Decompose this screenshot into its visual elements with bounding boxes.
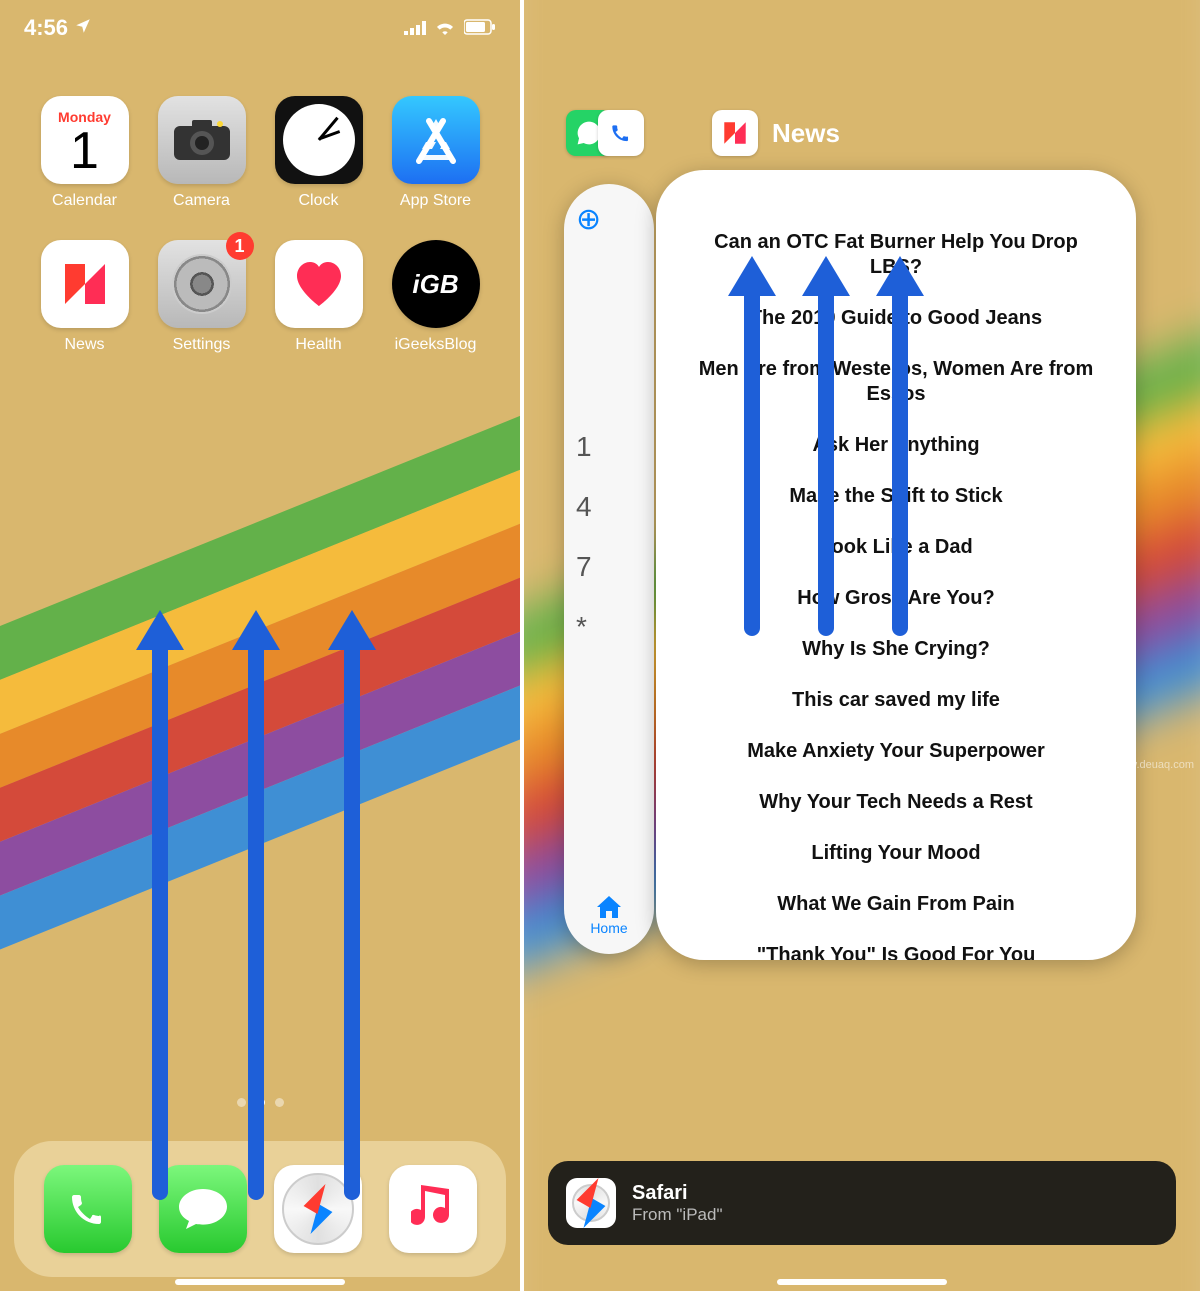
card-stack: ⊕ 1 4 7 * Home Can an OTC Fat Burner Hel… xyxy=(564,170,1200,1171)
health-icon xyxy=(275,240,363,328)
app-label: Settings xyxy=(173,336,231,354)
clock-icon xyxy=(275,96,363,184)
keypad-cell: 4 xyxy=(576,491,642,523)
headline[interactable]: Why Is She Crying? xyxy=(802,637,990,662)
app-label: News xyxy=(64,336,104,354)
app-igeeksblog[interactable]: iGB iGeeksBlog xyxy=(377,240,494,354)
phone-mini-icon[interactable] xyxy=(598,110,644,156)
app-label: Health xyxy=(295,336,341,354)
appstore-icon xyxy=(392,96,480,184)
safari-icon xyxy=(566,1178,616,1228)
swipe-up-arrow-icon xyxy=(818,286,834,636)
headline[interactable]: Lifting Your Mood xyxy=(811,841,980,866)
home-indicator[interactable] xyxy=(777,1279,947,1285)
switcher-app-title: News xyxy=(772,118,840,149)
news-icon xyxy=(41,240,129,328)
swipe-up-arrow-icon xyxy=(344,640,360,1200)
home-screen-panel: 4:56 Monday 1 Calendar xyxy=(0,0,524,1291)
keypad-cell: 1 xyxy=(576,431,642,463)
battery-icon xyxy=(464,15,496,41)
app-label: Calendar xyxy=(52,192,117,210)
news-mini-icon[interactable] xyxy=(712,110,758,156)
headline[interactable]: Why Your Tech Needs a Rest xyxy=(759,790,1032,815)
add-contact-icon[interactable]: ⊕ xyxy=(576,202,642,237)
calendar-icon: Monday 1 xyxy=(41,96,129,184)
igeeksblog-icon: iGB xyxy=(392,240,480,328)
status-time: 4:56 xyxy=(24,15,68,41)
app-label: Clock xyxy=(298,192,338,210)
home-indicator[interactable] xyxy=(175,1279,345,1285)
handoff-subtitle: From "iPad" xyxy=(632,1205,722,1225)
status-bar: 4:56 xyxy=(0,0,520,56)
app-label: iGeeksBlog xyxy=(395,336,477,354)
keypad-cell: 7 xyxy=(576,551,642,583)
app-settings[interactable]: 1 Settings xyxy=(143,240,260,354)
app-calendar[interactable]: Monday 1 Calendar xyxy=(26,96,143,210)
calendar-day-number: 1 xyxy=(70,125,99,177)
swipe-up-arrow-icon xyxy=(152,640,168,1200)
swipe-up-arrow-icon xyxy=(744,286,760,636)
app-appstore[interactable]: App Store xyxy=(377,96,494,210)
camera-icon xyxy=(158,96,246,184)
settings-icon: 1 xyxy=(158,240,246,328)
handoff-title: Safari xyxy=(632,1182,722,1205)
wifi-icon xyxy=(434,15,456,41)
dock-music[interactable] xyxy=(389,1165,477,1253)
headline[interactable]: "Thank You" Is Good For You xyxy=(757,943,1036,960)
home-tab[interactable]: Home xyxy=(576,896,642,936)
app-label: Camera xyxy=(173,192,230,210)
dock-messages[interactable] xyxy=(159,1165,247,1253)
handoff-banner[interactable]: Safari From "iPad" xyxy=(548,1161,1176,1245)
notification-badge: 1 xyxy=(226,232,254,260)
location-icon xyxy=(74,15,92,41)
dock-phone[interactable] xyxy=(44,1165,132,1253)
app-news[interactable]: News xyxy=(26,240,143,354)
switcher-header: News xyxy=(524,110,1200,156)
keypad-cell: * xyxy=(576,611,642,643)
app-grid: Monday 1 Calendar Camera Clock App Store xyxy=(0,96,520,354)
swipe-up-arrow-icon xyxy=(892,286,908,636)
app-switcher-panel: News ⊕ 1 4 7 * Home Can an OTC Fat Burne… xyxy=(524,0,1200,1291)
app-health[interactable]: Health xyxy=(260,240,377,354)
headline[interactable]: This car saved my life xyxy=(792,688,1000,713)
headline[interactable]: What We Gain From Pain xyxy=(777,892,1014,917)
headline[interactable]: Make Anxiety Your Superpower xyxy=(747,739,1045,764)
app-camera[interactable]: Camera xyxy=(143,96,260,210)
cellular-icon xyxy=(404,15,426,41)
app-clock[interactable]: Clock xyxy=(260,96,377,210)
app-label: App Store xyxy=(400,192,471,210)
swipe-up-arrow-icon xyxy=(248,640,264,1200)
app-card-phone[interactable]: ⊕ 1 4 7 * Home xyxy=(564,184,654,954)
watermark: www.deuaq.com xyxy=(1113,759,1194,771)
